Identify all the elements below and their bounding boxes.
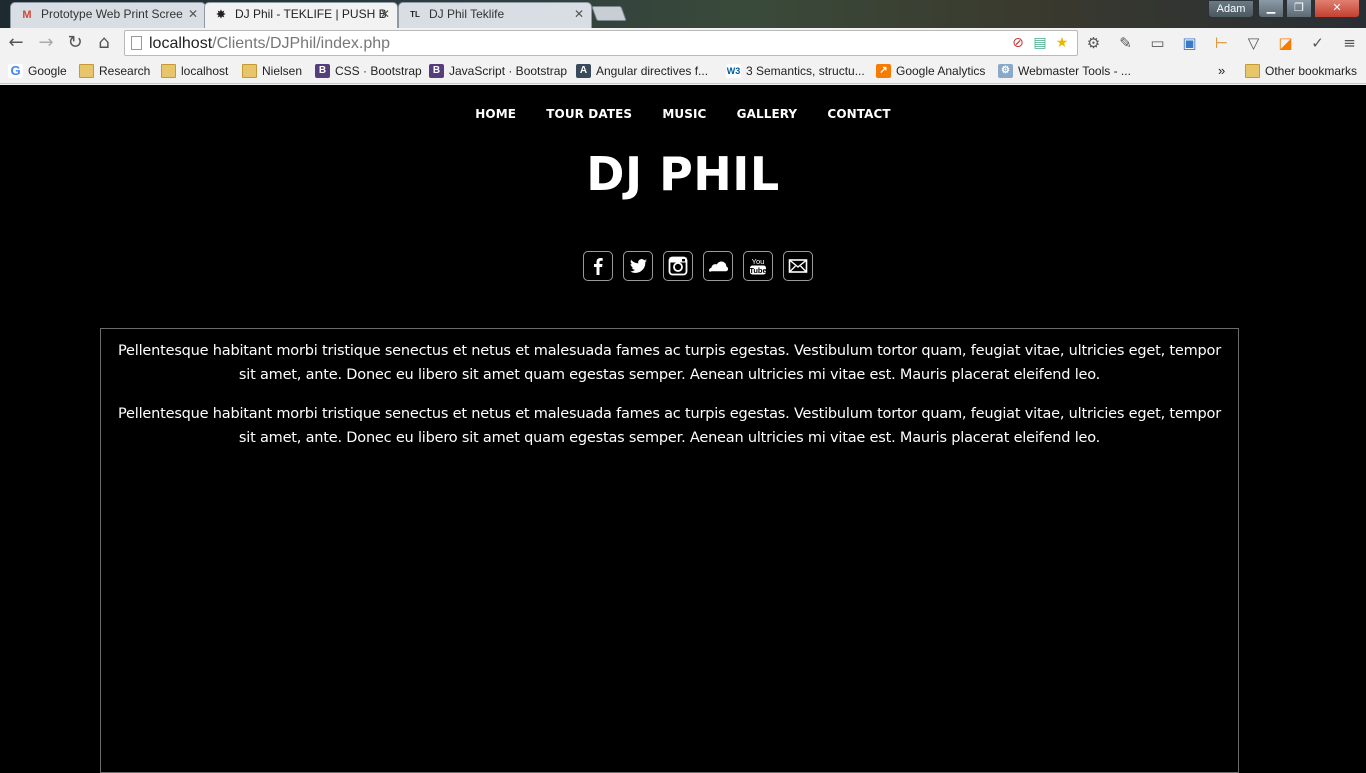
gmail-icon: M (22, 9, 32, 21)
star-icon[interactable]: ★ (1053, 34, 1071, 52)
close-window-icon[interactable]: ✕ (1314, 0, 1360, 18)
close-icon[interactable]: ✕ (188, 3, 198, 25)
blocked-icon[interactable]: ⊘ (1009, 34, 1027, 52)
tab-label: DJ Phil Teklife (429, 7, 505, 21)
angular-icon: A (576, 64, 591, 78)
url-text: localhost/Clients/DJPhil/index.php (149, 35, 391, 52)
reload-icon[interactable]: ↻ (63, 31, 87, 55)
bookmark-js-bootstrap[interactable]: B JavaScript · Bootstrap (429, 62, 567, 80)
social-links: You Tube (583, 251, 813, 281)
new-tab-button[interactable] (591, 6, 627, 21)
webmaster-icon: ⚙ (998, 64, 1013, 78)
nav-music[interactable]: MUSIC (662, 107, 706, 121)
bookmark-research[interactable]: Research (79, 62, 150, 80)
forward-icon[interactable]: → (34, 31, 58, 55)
youtube-icon[interactable]: You Tube (743, 251, 773, 281)
teklife-icon: TL (410, 10, 420, 19)
bookmark-nielsen[interactable]: Nielsen (242, 62, 302, 80)
bookmark-google[interactable]: G Google (8, 62, 67, 80)
minimize-icon[interactable]: ▁ (1258, 0, 1284, 18)
svg-text:You: You (752, 257, 765, 266)
tab-label: DJ Phil - TEKLIFE | PUSH B (235, 7, 387, 21)
nav-tour-dates[interactable]: TOUR DATES (546, 107, 632, 121)
nav-home[interactable]: HOME (475, 107, 516, 121)
gear-icon[interactable]: ⚙ (1082, 32, 1105, 54)
content-panel: Pellentesque habitant morbi tristique se… (100, 328, 1239, 773)
browser-toolbar: ← → ↻ ⌂ localhost/Clients/DJPhil/index.p… (0, 28, 1366, 58)
tab-teklife[interactable]: TL DJ Phil Teklife ✕ (398, 2, 592, 28)
bookmark-webmaster-tools[interactable]: ⚙ Webmaster Tools - ... (998, 62, 1131, 80)
bookmark-css-bootstrap[interactable]: B CSS · Bootstrap (315, 62, 422, 80)
extension-icons: ⚙ ✎ ▭ ▣ ⊢ ▽ ◪ ✓ ≡ (1082, 32, 1361, 54)
tab-label: Prototype Web Print Scree (41, 7, 183, 21)
bootstrap-icon: B (315, 64, 330, 78)
folder-icon (242, 64, 257, 78)
tab-dj-phil[interactable]: ✸ DJ Phil - TEKLIFE | PUSH B ✕ (204, 2, 398, 28)
nav-contact[interactable]: CONTACT (827, 107, 890, 121)
analytics-icon[interactable]: ◪ (1274, 32, 1297, 54)
ruler-icon[interactable]: ▭ (1146, 32, 1169, 54)
web-page: HOME TOUR DATES MUSIC GALLERY CONTACT DJ… (0, 85, 1366, 773)
restore-icon[interactable]: ❐ (1286, 0, 1312, 18)
omnibox-icons: ⊘ ▤ ★ (1009, 34, 1071, 52)
body-paragraph: Pellentesque habitant morbi tristique se… (118, 406, 1221, 446)
address-bar[interactable]: localhost/Clients/DJPhil/index.php ⊘ ▤ ★ (124, 30, 1078, 56)
soundcloud-like-icon: ✸ (216, 9, 226, 21)
hierarchy-icon[interactable]: ⊢ (1210, 32, 1233, 54)
bookmark-google-analytics[interactable]: ↗ Google Analytics (876, 62, 985, 80)
email-icon[interactable] (783, 251, 813, 281)
soundcloud-icon[interactable] (703, 251, 733, 281)
back-icon[interactable]: ← (4, 31, 28, 55)
bookmarks-bar: G Google Research localhost Nielsen B CSS … (0, 58, 1366, 84)
window-icon[interactable]: ▣ (1178, 32, 1201, 54)
google-icon: G (8, 64, 23, 78)
analytics-icon: ↗ (876, 64, 891, 78)
bookmark-localhost[interactable]: localhost (161, 62, 228, 80)
home-icon[interactable]: ⌂ (92, 31, 116, 55)
nav-gallery[interactable]: GALLERY (737, 107, 798, 121)
facebook-icon[interactable] (583, 251, 613, 281)
folder-icon (1245, 64, 1260, 78)
other-bookmarks[interactable]: Other bookmarks (1245, 62, 1357, 80)
cup-icon[interactable]: ▽ (1242, 32, 1265, 54)
browser-chrome: M Prototype Web Print Scree ✕ ✸ DJ Phil … (0, 0, 1366, 85)
page-icon (131, 36, 142, 50)
instagram-icon[interactable] (663, 251, 693, 281)
body-paragraph: Pellentesque habitant morbi tristique se… (118, 343, 1221, 383)
w3c-icon: W3 (726, 64, 741, 78)
svg-text:Tube: Tube (749, 266, 766, 275)
eyedropper-icon[interactable]: ✎ (1114, 32, 1137, 54)
rss-icon[interactable]: ▤ (1031, 34, 1049, 52)
close-icon[interactable]: ✕ (574, 3, 584, 25)
check-icon[interactable]: ✓ (1306, 32, 1329, 54)
bookmark-angular[interactable]: A Angular directives f... (576, 62, 708, 80)
menu-icon[interactable]: ≡ (1338, 32, 1361, 54)
bookmarks-overflow-button[interactable]: » (1218, 62, 1225, 80)
site-nav: HOME TOUR DATES MUSIC GALLERY CONTACT (0, 107, 1366, 121)
folder-icon (161, 64, 176, 78)
bootstrap-icon: B (429, 64, 444, 78)
tab-prototype[interactable]: M Prototype Web Print Scree ✕ (10, 2, 206, 28)
folder-icon (79, 64, 94, 78)
site-title: DJ PHIL (586, 147, 780, 201)
twitter-icon[interactable] (623, 251, 653, 281)
title-bar: M Prototype Web Print Scree ✕ ✸ DJ Phil … (0, 0, 1366, 28)
close-icon[interactable]: ✕ (380, 3, 390, 25)
window-controls: ▁ ❐ ✕ (1258, 0, 1360, 20)
bookmark-w3-semantics[interactable]: W3 3 Semantics, structu... (726, 62, 865, 80)
profile-button[interactable]: Adam (1208, 0, 1254, 18)
